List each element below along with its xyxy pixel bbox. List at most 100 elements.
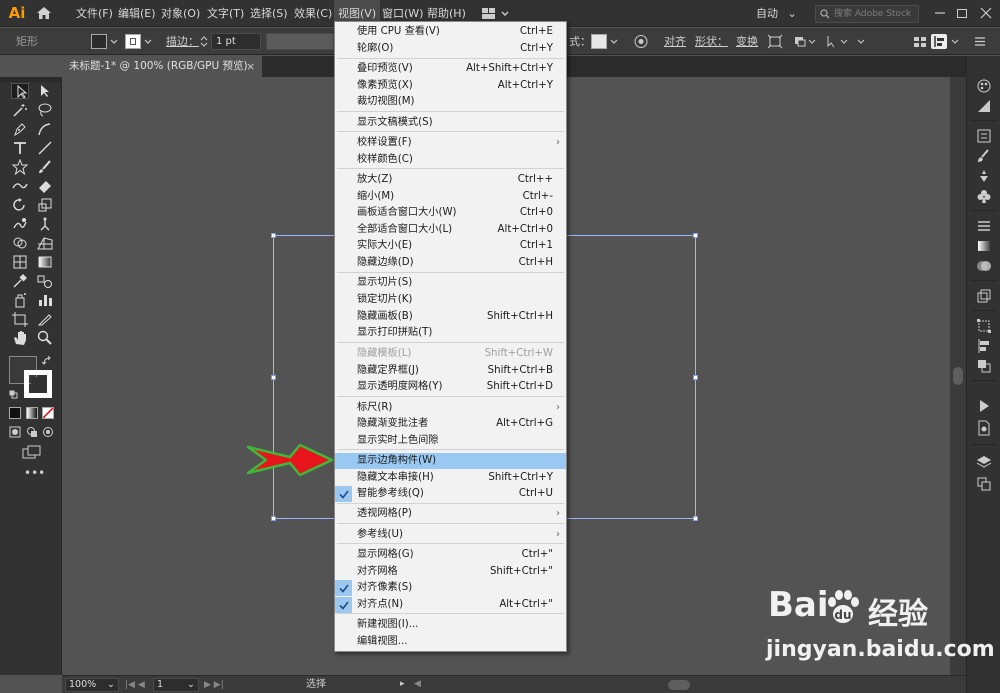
close-window-icon[interactable] bbox=[979, 6, 993, 20]
view-menu-item[interactable]: 透视网格(P) › bbox=[335, 506, 566, 522]
swap-colors-icon[interactable] bbox=[41, 355, 52, 366]
eraser-icon[interactable] bbox=[36, 178, 54, 194]
view-menu-item[interactable]: 校样设置(F) › bbox=[335, 135, 566, 151]
view-menu-item[interactable]: 显示边角构件(W) bbox=[335, 453, 566, 469]
stroke-swatch[interactable] bbox=[125, 34, 141, 49]
star-tool-icon[interactable] bbox=[11, 158, 29, 176]
menu-select[interactable]: 选择(S) bbox=[246, 0, 292, 27]
color-guide-icon[interactable] bbox=[976, 98, 992, 114]
fill-dropdown-icon[interactable] bbox=[109, 35, 119, 47]
zoom-tool-icon[interactable] bbox=[36, 330, 54, 346]
close-tab-icon[interactable]: × bbox=[246, 56, 255, 77]
document-tab[interactable]: 未标题-1* @ 100% (RGB/GPU 预览) × bbox=[62, 56, 262, 77]
pathfinder-icon[interactable] bbox=[976, 358, 992, 374]
properties-icon[interactable] bbox=[976, 128, 992, 144]
color-mode-icon[interactable] bbox=[9, 407, 21, 419]
resize-handle[interactable] bbox=[271, 233, 276, 238]
menu-file[interactable]: 文件(F) bbox=[72, 0, 117, 27]
resize-handle[interactable] bbox=[693, 233, 698, 238]
view-menu-item[interactable]: 显示实时上色间隙 bbox=[335, 433, 566, 449]
arrange-documents-icon[interactable] bbox=[481, 6, 511, 21]
draw-normal-icon[interactable] bbox=[9, 426, 21, 438]
paintbrush-icon[interactable] bbox=[36, 159, 54, 175]
view-menu-item[interactable]: 隐藏渐变批注者 Alt+Ctrl+G bbox=[335, 416, 566, 432]
select-similar-icon[interactable] bbox=[825, 34, 849, 49]
gradient-panel-icon[interactable] bbox=[976, 238, 992, 254]
toolbar-grip[interactable] bbox=[0, 77, 62, 82]
home-icon[interactable] bbox=[36, 6, 52, 20]
menu-lines-icon[interactable] bbox=[972, 34, 988, 49]
graphic-style-swatch[interactable] bbox=[591, 34, 607, 49]
play-actions-icon[interactable] bbox=[976, 398, 992, 414]
view-menu-item[interactable]: 锁定切片(K) bbox=[335, 292, 566, 308]
view-menu-item[interactable]: 像素预览(X) Alt+Ctrl+Y bbox=[335, 78, 566, 94]
artboard-nav-prev-icons[interactable]: |◀ ◀ bbox=[125, 679, 155, 691]
isolate-icon[interactable] bbox=[767, 34, 783, 49]
view-menu-item[interactable]: 隐藏定界框(J) Shift+Ctrl+B bbox=[335, 363, 566, 379]
stroke-weight-field[interactable]: 1 pt bbox=[211, 33, 261, 50]
view-menu-item[interactable]: 隐藏边缘(D) Ctrl+H bbox=[335, 255, 566, 271]
scroll-left-icon[interactable]: ◀ bbox=[414, 679, 428, 691]
view-menu-item[interactable]: 缩小(M) Ctrl+- bbox=[335, 189, 566, 205]
brushes-icon[interactable] bbox=[976, 148, 992, 164]
direct-selection-tool-icon[interactable] bbox=[36, 83, 54, 99]
shaper-tool-icon[interactable] bbox=[11, 178, 29, 194]
align-panel-icon[interactable] bbox=[976, 338, 992, 354]
arrange-icon[interactable] bbox=[793, 34, 817, 49]
resize-handle[interactable] bbox=[271, 516, 276, 521]
view-menu-item[interactable]: 显示透明度网格(Y) Shift+Ctrl+D bbox=[335, 379, 566, 395]
view-menu-item[interactable]: 显示网格(G) Ctrl+" bbox=[335, 547, 566, 563]
magic-wand-icon[interactable] bbox=[11, 102, 29, 118]
scale-tool-icon[interactable] bbox=[36, 197, 54, 213]
symbols-icon[interactable] bbox=[976, 168, 992, 184]
artboards-icon[interactable] bbox=[976, 288, 992, 304]
stock-search-input[interactable]: 搜索 Adobe Stock bbox=[815, 5, 919, 23]
perspective-grid-icon[interactable] bbox=[36, 235, 54, 251]
curvature-tool-icon[interactable] bbox=[36, 121, 54, 137]
view-menu-item[interactable]: 对齐点(N) Alt+Ctrl+" bbox=[335, 597, 566, 613]
artboard-number-field[interactable]: 1 ⌄ bbox=[153, 678, 199, 692]
align-options-icon[interactable] bbox=[931, 34, 947, 49]
draw-behind-icon[interactable] bbox=[26, 426, 38, 438]
menu-type[interactable]: 文字(T) bbox=[203, 0, 248, 27]
blend-tool-icon[interactable] bbox=[36, 273, 54, 289]
view-menu-item[interactable]: 隐藏文本串接(H) Shift+Ctrl+Y bbox=[335, 470, 566, 486]
view-menu-item[interactable]: 全部适合窗口大小(L) Alt+Ctrl+0 bbox=[335, 222, 566, 238]
pen-tool-icon[interactable] bbox=[11, 121, 29, 137]
transform-label[interactable]: 变换 bbox=[736, 28, 758, 55]
hand-tool-icon[interactable] bbox=[11, 330, 29, 346]
stroke-stepper-icon[interactable] bbox=[199, 34, 209, 49]
resize-handle[interactable] bbox=[693, 516, 698, 521]
status-menu-arrow-icon[interactable]: ▸ bbox=[400, 679, 410, 691]
mesh-tool-icon[interactable] bbox=[11, 254, 29, 270]
minimize-icon[interactable] bbox=[933, 6, 947, 20]
view-menu-item[interactable]: 放大(Z) Ctrl++ bbox=[335, 172, 566, 188]
stroke-panel-icon[interactable] bbox=[976, 218, 992, 234]
shape-label[interactable]: 形状： bbox=[695, 28, 728, 55]
column-graph-icon[interactable] bbox=[36, 292, 54, 308]
default-colors-icon[interactable] bbox=[9, 389, 18, 399]
selection-tool-icon[interactable] bbox=[11, 83, 29, 99]
view-menu-item[interactable]: 显示切片(S) bbox=[335, 275, 566, 291]
menu-edit[interactable]: 编辑(E) bbox=[114, 0, 160, 27]
none-mode-icon[interactable] bbox=[42, 407, 54, 419]
style-dropdown-icon[interactable] bbox=[609, 35, 619, 47]
type-tool-icon[interactable] bbox=[11, 140, 29, 156]
view-menu-item[interactable]: 画板适合窗口大小(W) Ctrl+0 bbox=[335, 205, 566, 221]
view-menu-item[interactable]: 编辑视图... bbox=[335, 634, 566, 650]
view-menu-item[interactable]: 叠印预览(V) Alt+Shift+Ctrl+Y bbox=[335, 61, 566, 77]
puppet-warp-icon[interactable] bbox=[36, 216, 54, 232]
chevron-down-icon[interactable] bbox=[950, 34, 960, 49]
view-menu-item[interactable]: 对齐像素(S) bbox=[335, 580, 566, 596]
line-tool-icon[interactable] bbox=[36, 140, 54, 156]
transform-panel-icon[interactable] bbox=[976, 318, 992, 334]
view-menu-item[interactable]: 参考线(U) › bbox=[335, 527, 566, 543]
gradient-tool-icon[interactable] bbox=[36, 254, 54, 270]
slice-tool-icon[interactable] bbox=[36, 311, 54, 327]
view-menu-item[interactable]: 校样颜色(C) bbox=[335, 152, 566, 168]
view-menu-item[interactable]: 隐藏画板(B) Shift+Ctrl+H bbox=[335, 309, 566, 325]
view-menu-item[interactable]: 轮廓(O) Ctrl+Y bbox=[335, 41, 566, 57]
screen-mode-icon[interactable] bbox=[22, 445, 42, 459]
stroke-dropdown-icon[interactable] bbox=[143, 35, 153, 47]
horizontal-scroll-thumb[interactable] bbox=[668, 680, 690, 690]
